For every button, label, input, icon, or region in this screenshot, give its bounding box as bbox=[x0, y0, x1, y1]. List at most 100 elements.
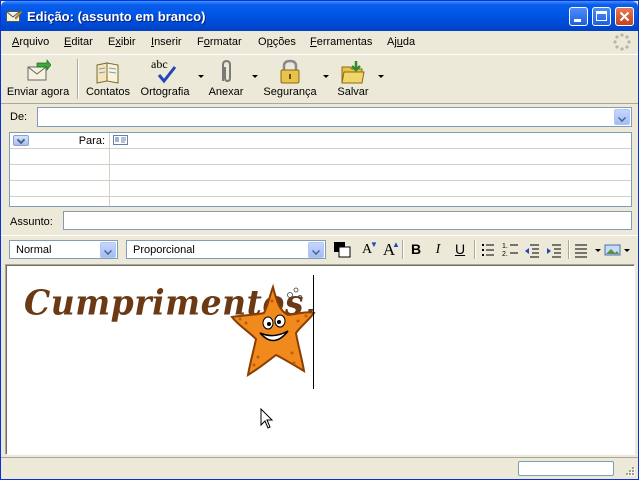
format-separator bbox=[568, 240, 570, 259]
recipient-type-cell[interactable] bbox=[10, 181, 110, 196]
security-button[interactable]: Segurança bbox=[260, 57, 320, 101]
spelling-dropdown-arrow[interactable] bbox=[198, 75, 204, 78]
close-button[interactable] bbox=[615, 7, 634, 26]
title-bar[interactable]: Edição: (assunto em branco) bbox=[1, 1, 638, 31]
recipient-row[interactable] bbox=[10, 165, 631, 181]
subject-row: Assunto: bbox=[1, 209, 638, 233]
maximize-button[interactable] bbox=[592, 7, 611, 26]
toolbar-separator bbox=[77, 59, 79, 99]
menu-inserir[interactable]: Inserir bbox=[151, 36, 182, 48]
send-now-label: Enviar agora bbox=[6, 86, 70, 98]
resize-grip-icon[interactable] bbox=[624, 466, 636, 478]
recipient-type-cell[interactable] bbox=[10, 149, 110, 164]
recipient-type-cell[interactable] bbox=[10, 197, 110, 206]
format-separator bbox=[474, 240, 476, 259]
decrease-indent-button[interactable] bbox=[522, 240, 542, 259]
align-icon bbox=[575, 244, 587, 258]
recipient-row[interactable] bbox=[10, 181, 631, 197]
menu-access-key: x bbox=[115, 36, 121, 48]
menu-access-key: E bbox=[64, 36, 72, 48]
menu-exibir[interactable]: Exibir bbox=[108, 36, 136, 48]
recipient-type-dropdown[interactable] bbox=[13, 135, 29, 146]
padlock-icon bbox=[280, 59, 300, 84]
compose-window: Edição: (assunto em branco) Arquivo Edit… bbox=[0, 0, 639, 480]
text-cursor bbox=[313, 275, 314, 389]
minimize-icon bbox=[574, 19, 581, 22]
message-body-editor[interactable]: Cumprimentos, bbox=[5, 264, 635, 455]
font-smaller-button[interactable]: A ▼ bbox=[357, 240, 378, 259]
from-account-select[interactable] bbox=[37, 107, 632, 127]
font-select[interactable]: Proporcional bbox=[126, 240, 326, 259]
insert-object-button[interactable] bbox=[603, 240, 623, 259]
menu-arquivo[interactable]: Arquivo bbox=[12, 36, 49, 48]
paragraph-style-dropdown-button[interactable] bbox=[100, 242, 116, 258]
text-color-button[interactable] bbox=[332, 240, 354, 259]
font-dropdown-button[interactable] bbox=[308, 242, 324, 258]
menu-access-key: A bbox=[12, 36, 20, 48]
main-toolbar: Enviar agora Contatos abc Ortografia Ane… bbox=[1, 54, 638, 104]
progress-panel bbox=[518, 461, 614, 476]
menu-opcoes[interactable]: Opções bbox=[258, 36, 296, 48]
recipient-row[interactable]: Para: bbox=[10, 133, 631, 149]
spelling-button[interactable]: abc Ortografia bbox=[137, 57, 193, 101]
font-smaller-arrow-icon: ▼ bbox=[370, 240, 378, 249]
italic-button[interactable]: I bbox=[428, 240, 448, 259]
insert-image-icon bbox=[604, 244, 621, 256]
status-bar bbox=[1, 457, 638, 480]
menu-ferramentas[interactable]: Ferramentas bbox=[310, 36, 372, 48]
paperclip-icon bbox=[222, 59, 231, 83]
format-toolbar: Normal Proporcional A ▼ A ▲ B I U 1. 2. bbox=[1, 235, 638, 262]
spell-check-icon: abc bbox=[149, 57, 179, 85]
send-now-button[interactable]: Enviar agora bbox=[4, 57, 72, 101]
menu-access-key: p bbox=[266, 36, 273, 48]
menu-access-key: I bbox=[151, 36, 155, 48]
insert-dropdown-arrow[interactable] bbox=[624, 249, 630, 252]
contact-card-icon bbox=[113, 135, 128, 145]
format-separator bbox=[402, 240, 404, 259]
recipients-list: Para: bbox=[9, 132, 632, 207]
bold-button[interactable]: B bbox=[406, 240, 426, 259]
recipient-row[interactable] bbox=[10, 149, 631, 165]
attach-button[interactable]: Anexar bbox=[205, 57, 247, 101]
contacts-button[interactable]: Contatos bbox=[83, 57, 133, 101]
svg-text:2.: 2. bbox=[502, 251, 508, 258]
recipient-row[interactable] bbox=[10, 197, 631, 206]
recipient-type-cell[interactable]: Para: bbox=[10, 133, 110, 148]
maximize-icon bbox=[596, 11, 607, 21]
contacts-label: Contatos bbox=[85, 86, 131, 98]
font-larger-button[interactable]: A ▲ bbox=[379, 240, 400, 259]
font-value: Proporcional bbox=[133, 244, 195, 256]
attach-dropdown-arrow[interactable] bbox=[252, 75, 258, 78]
align-dropdown-arrow[interactable] bbox=[595, 249, 601, 252]
subject-input[interactable] bbox=[63, 211, 632, 230]
save-dropdown-arrow[interactable] bbox=[378, 75, 384, 78]
window-title: Edição: (assunto em branco) bbox=[27, 9, 206, 24]
increase-indent-button[interactable] bbox=[544, 240, 564, 259]
bullet-list-icon bbox=[482, 244, 494, 256]
menu-ajuda[interactable]: Ajuda bbox=[387, 36, 415, 48]
menu-editar[interactable]: Editar bbox=[64, 36, 93, 48]
menu-access-key: u bbox=[396, 36, 403, 48]
align-button[interactable] bbox=[573, 240, 593, 259]
save-button[interactable]: Salvar bbox=[332, 57, 374, 101]
security-dropdown-arrow[interactable] bbox=[323, 75, 329, 78]
close-icon bbox=[619, 11, 630, 22]
minimize-button[interactable] bbox=[569, 7, 588, 26]
save-folder-icon bbox=[341, 61, 365, 84]
menu-access-key: F bbox=[310, 36, 317, 48]
bullet-list-button[interactable] bbox=[478, 240, 498, 259]
from-dropdown-button[interactable] bbox=[614, 109, 630, 125]
numbered-list-icon: 1. 2. bbox=[502, 243, 518, 258]
mouse-pointer-icon bbox=[260, 408, 274, 429]
to-label: Para: bbox=[78, 135, 105, 147]
font-larger-arrow-icon: ▲ bbox=[392, 240, 400, 249]
underline-button[interactable]: U bbox=[450, 240, 470, 259]
send-icon bbox=[27, 59, 51, 81]
address-book-icon bbox=[96, 62, 119, 84]
from-label: De: bbox=[10, 111, 28, 123]
attach-label: Anexar bbox=[208, 86, 244, 98]
numbered-list-button[interactable]: 1. 2. bbox=[500, 240, 520, 259]
recipient-type-cell[interactable] bbox=[10, 165, 110, 180]
menu-formatar[interactable]: Formatar bbox=[197, 36, 242, 48]
paragraph-style-select[interactable]: Normal bbox=[9, 240, 118, 259]
